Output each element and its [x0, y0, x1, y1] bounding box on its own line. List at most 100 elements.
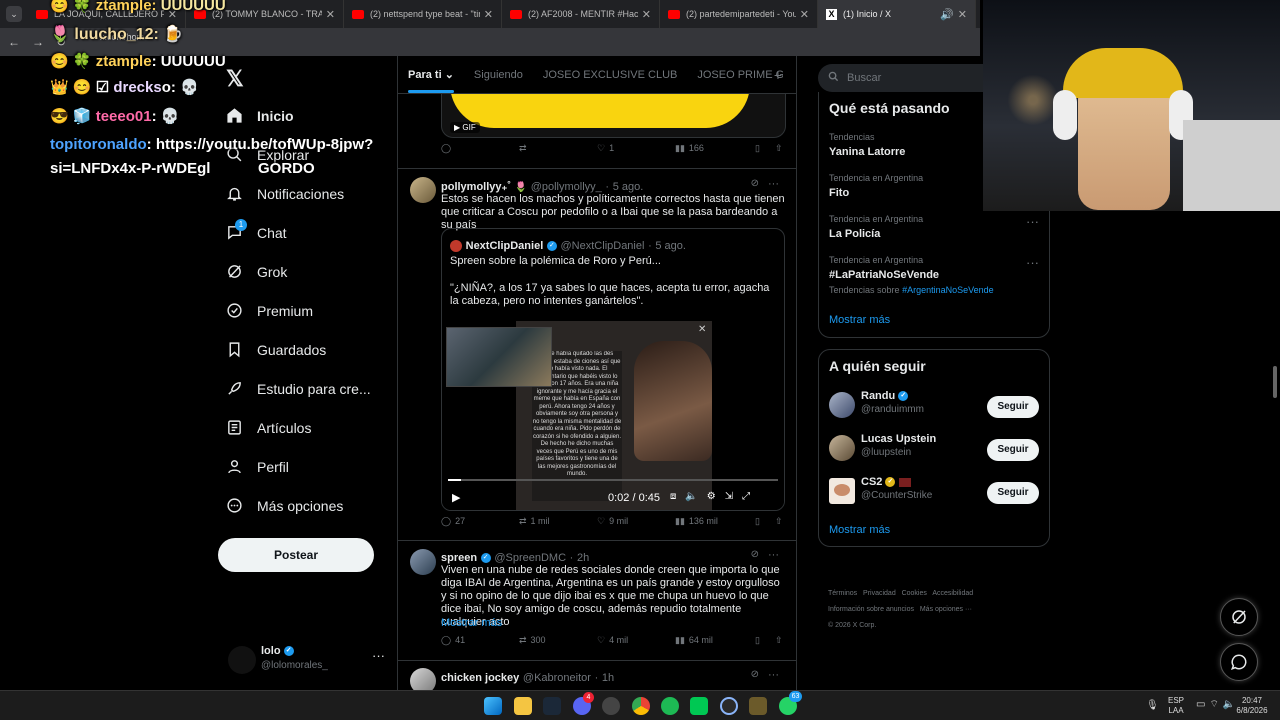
browser-tab[interactable]: (2) partedemipartedeti - YouTu ✕ [660, 0, 818, 28]
author-handle[interactable]: @Kabroneitor [523, 672, 591, 684]
nav-item-chat[interactable]: 1 Chat [226, 219, 287, 241]
cursor-app-icon[interactable] [720, 697, 738, 715]
forward-icon[interactable]: → [32, 35, 44, 49]
like-button[interactable]: ♡ 4 mil [597, 635, 628, 646]
post-time[interactable]: 1h [602, 672, 614, 684]
footer-link[interactable]: Información sobre anuncios [828, 606, 914, 613]
avatar[interactable] [410, 177, 436, 203]
language-indicator[interactable]: ESP LAA [1168, 696, 1184, 716]
author-name[interactable]: chicken jockey [441, 672, 519, 684]
browser-tab[interactable]: (2) AF2008 - MENTIR #Hacelos✕ [502, 0, 660, 28]
speaker-icon[interactable]: 🔊 [940, 8, 954, 21]
grok-icon[interactable]: ⊘ [751, 549, 759, 560]
bookmark-icon[interactable]: ▯ [755, 516, 760, 527]
more-icon[interactable]: ··· [372, 648, 385, 663]
repost-button[interactable]: ⇄ 1 mil [519, 516, 550, 527]
account-switcher[interactable]: lolo ✓ @lolomorales_ ··· [228, 642, 393, 682]
author-handle[interactable]: @SpreenDMC [494, 552, 566, 564]
obs-icon[interactable] [602, 697, 620, 715]
grok-icon[interactable]: ⊘ [751, 669, 759, 680]
views-stat[interactable]: ▮▮ 166 [675, 143, 704, 154]
tab-siguiendo[interactable]: Siguiendo [474, 69, 523, 81]
scrollbar[interactable] [1273, 366, 1277, 398]
nav-item-guardados[interactable]: Guardados [226, 341, 326, 358]
tab-search-icon[interactable]: ⌄ [6, 6, 22, 22]
author-name[interactable]: pollymollyy₊˚ [441, 181, 511, 193]
follow-suggestion[interactable]: Randu ✓ @randuimmm Seguir [829, 390, 1039, 424]
gif-media[interactable]: ▶ GIF [441, 94, 786, 138]
bookmark-icon[interactable]: ▯ [755, 143, 760, 154]
close-icon[interactable]: ✕ [698, 324, 706, 335]
footer-link[interactable]: Más opciones ··· [920, 606, 972, 613]
follow-button[interactable]: Seguir [987, 439, 1039, 461]
nav-item-mas-opciones[interactable]: Más opciones [226, 497, 343, 514]
author-handle[interactable]: @pollymollyy_ [531, 181, 602, 193]
close-icon[interactable]: ✕ [642, 8, 651, 21]
close-icon[interactable]: ✕ [484, 8, 493, 21]
repost-icon[interactable]: ⇄ [519, 143, 527, 154]
reply-button[interactable]: ◯ 41 [441, 635, 465, 646]
share-icon[interactable]: ⇧ [775, 143, 783, 154]
play-icon[interactable]: ▶ [452, 491, 460, 504]
browser-tab-active[interactable]: X (1) Inicio / X 🔊 ✕ [818, 0, 976, 28]
back-icon[interactable]: ← [8, 35, 20, 49]
quote-tweet[interactable]: NextClipDaniel ✓ @NextClipDaniel · 5 ago… [441, 228, 785, 511]
follow-suggestion[interactable]: CS2 ✓ @CounterStrike Seguir [829, 476, 1039, 510]
footer-link[interactable]: Accesibilidad [932, 590, 973, 597]
search-input[interactable]: Buscar [847, 72, 881, 84]
tab-joseo-prime[interactable]: JOSEO PRIME GR [697, 69, 783, 81]
like-button[interactable]: ♡ 9 mil [597, 516, 628, 527]
like-button[interactable]: ♡ 1 [597, 143, 614, 154]
footer-link[interactable]: Cookies [902, 590, 927, 597]
trend-item[interactable]: Tendencia en Argentina La Policía ··· [829, 214, 1039, 240]
nav-item-grok[interactable]: Grok [226, 263, 287, 280]
bookmark-icon[interactable]: ▯ [755, 635, 760, 646]
more-icon[interactable]: ··· [768, 669, 779, 681]
file-explorer-icon[interactable] [514, 697, 532, 715]
steam-icon[interactable] [543, 697, 561, 715]
discord-icon[interactable]: 4 [573, 692, 594, 715]
share-icon[interactable]: ⇧ [775, 516, 783, 527]
trend-item[interactable]: Tendencia en Argentina #LaPatriaNoSeVende… [829, 255, 1039, 295]
nav-item-notificaciones[interactable]: Notificaciones [226, 185, 344, 202]
minecraft-icon[interactable] [749, 697, 767, 715]
tab-joseo-exclusive[interactable]: JOSEO EXCLUSIVE CLUB [543, 69, 678, 81]
messages-fab[interactable] [1220, 643, 1258, 681]
follow-button[interactable]: Seguir [987, 482, 1039, 504]
show-more-link[interactable]: Mostrar más [441, 617, 502, 629]
nav-item-inicio[interactable]: Inicio [226, 107, 294, 124]
close-icon[interactable]: ✕ [958, 8, 967, 21]
video-controls[interactable]: ⧈🔈⚙⇲⤢ [670, 491, 759, 502]
reply-button[interactable]: ◯ 27 [441, 516, 465, 527]
search-box[interactable]: Buscar [818, 64, 998, 92]
grok-icon[interactable]: ⊘ [751, 178, 759, 189]
nav-item-estudio[interactable]: Estudio para cre... [226, 380, 371, 397]
follow-show-more[interactable]: Mostrar más [829, 524, 890, 536]
footer-link[interactable]: Privacidad [863, 590, 896, 597]
close-icon[interactable]: ✕ [800, 8, 809, 21]
follow-suggestion[interactable]: Lucas Upstein @luupstein Seguir [829, 433, 1039, 467]
nav-item-perfil[interactable]: Perfil [226, 458, 289, 475]
trend-link[interactable]: #ArgentinaNoSeVende [902, 285, 994, 295]
more-icon[interactable]: ··· [768, 178, 779, 190]
post-button[interactable]: Postear [218, 538, 374, 572]
views-stat[interactable]: ▮▮ 136 mil [675, 516, 718, 527]
author-name[interactable]: spreen [441, 552, 477, 564]
more-icon[interactable]: ··· [1026, 214, 1039, 229]
avatar[interactable] [410, 668, 436, 690]
repost-button[interactable]: ⇄ 300 [519, 635, 546, 646]
browser-tab[interactable]: (2) nettspend type beat - "tired"✕ [344, 0, 502, 28]
more-icon[interactable]: ··· [768, 549, 779, 561]
clock[interactable]: 20:47 6/8/2026 [1232, 696, 1272, 716]
chrome-icon[interactable] [632, 697, 650, 715]
avatar[interactable] [410, 549, 436, 575]
mic-icon[interactable]: 🎙 [1146, 701, 1159, 711]
follow-button[interactable]: Seguir [987, 396, 1039, 418]
app-icon[interactable] [690, 697, 708, 715]
nav-item-articulos[interactable]: Artículos [226, 419, 311, 436]
nav-item-premium[interactable]: Premium [226, 302, 313, 319]
close-icon[interactable]: ✕ [326, 8, 335, 21]
video-player[interactable]: Y me había quitado las des porque estaba… [442, 321, 784, 510]
windows-start-icon[interactable] [484, 697, 502, 715]
post-time[interactable]: 2h [577, 552, 589, 564]
